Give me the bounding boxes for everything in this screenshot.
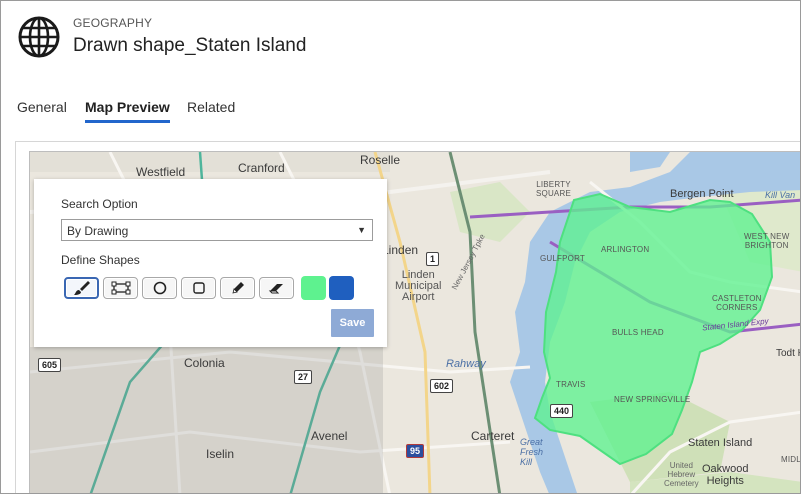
- tab-related-label: Related: [187, 99, 236, 115]
- rectangle-icon: [192, 282, 205, 294]
- circle-icon: [153, 281, 166, 295]
- tab-map-preview[interactable]: Map Preview: [85, 99, 170, 123]
- map-label-liberty-square: LIBERTY SQUARE: [536, 180, 571, 198]
- tab-general[interactable]: General: [17, 99, 67, 123]
- map-label-kill-van-kull: Kill Van: [765, 190, 796, 200]
- map-label-arlington: ARLINGTON: [601, 245, 650, 254]
- map-label-bergen-point: Bergen Point: [670, 188, 734, 200]
- map-label-fresh-kill: Great Fresh Kill: [520, 437, 544, 467]
- search-option-select[interactable]: By Drawing ▼: [61, 219, 373, 241]
- circle-tool-button[interactable]: [142, 277, 177, 299]
- eraser-icon: [268, 284, 283, 294]
- map-label-travis: TRAVIS: [556, 380, 586, 389]
- map-label-cranford: Cranford: [238, 161, 285, 175]
- map-label-iselin: Iselin: [206, 447, 235, 461]
- map-label-linden-airport: Linden Municipal Airport: [395, 269, 442, 303]
- search-option-label: Search Option: [61, 197, 138, 211]
- brush-tool-button[interactable]: [64, 277, 99, 299]
- record-title: Drawn shape_Staten Island: [73, 35, 307, 56]
- drawing-options-panel: Search Option By Drawing ▼ Define Shapes: [34, 179, 387, 347]
- transform-tool-button[interactable]: [103, 277, 138, 299]
- fill-color-swatch[interactable]: [301, 276, 326, 300]
- route-27-shield: 27: [294, 370, 313, 384]
- record-header: GEOGRAPHY Drawn shape_Staten Island: [1, 1, 800, 85]
- tab-bar: General Map Preview Related: [1, 99, 800, 125]
- map-label-rahway-river: Rahway: [446, 358, 486, 370]
- map-label-avenel: Avenel: [311, 429, 348, 443]
- map-label-new-springville: NEW SPRINGVILLE: [614, 395, 691, 404]
- save-button[interactable]: Save: [331, 309, 374, 337]
- tab-general-label: General: [17, 99, 67, 115]
- map-label-united-hebrew-cemetery: United Hebrew Cemetery: [664, 461, 699, 488]
- brush-icon: [73, 281, 90, 295]
- search-option-value: By Drawing: [67, 224, 129, 238]
- map-label-carteret: Carteret: [471, 429, 515, 443]
- route-602-shield: 602: [430, 379, 454, 393]
- tab-related[interactable]: Related: [187, 99, 235, 123]
- route-605-shield: 605: [38, 358, 62, 372]
- route-440-shield: 440: [550, 404, 574, 418]
- tab-map-preview-label: Map Preview: [85, 99, 170, 115]
- map-label-west-new-brighton: WEST NEW BRIGHTON: [744, 232, 790, 250]
- globe-icon: [18, 16, 60, 58]
- map-label-staten-island: Staten Island: [688, 437, 753, 449]
- transform-icon: [111, 281, 130, 295]
- entity-type-label: GEOGRAPHY: [73, 16, 153, 30]
- map-label-colonia: Colonia: [184, 356, 225, 370]
- us-1-shield: 1: [426, 252, 440, 266]
- map-label-roselle: Roselle: [360, 153, 401, 167]
- define-shapes-label: Define Shapes: [61, 253, 140, 267]
- pencil-tool-button[interactable]: [220, 277, 255, 299]
- rectangle-tool-button[interactable]: [181, 277, 216, 299]
- stroke-color-swatch[interactable]: [329, 276, 354, 300]
- dropdown-caret-icon: ▼: [357, 225, 366, 235]
- active-tab-indicator: [85, 120, 170, 123]
- map-label-bulls-head: BULLS HEAD: [612, 328, 664, 337]
- map-label-midland: MIDLA: [781, 455, 801, 464]
- pencil-icon: [231, 282, 244, 294]
- map-label-linden: Linden: [382, 243, 419, 257]
- interstate-95-shield: 95: [406, 444, 425, 458]
- map-label-gulfport: GULFPORT: [540, 254, 586, 263]
- form-window: GEOGRAPHY Drawn shape_Staten Island Gene…: [0, 0, 801, 494]
- map-label-castleton-corners: CASTLETON CORNERS: [712, 294, 762, 312]
- map-label-westfield: Westfield: [136, 165, 186, 179]
- map-label-todt-hill: Todt Hil: [776, 348, 800, 359]
- map-label-oakwood-heights: Oakwood Heights: [702, 463, 749, 487]
- eraser-tool-button[interactable]: [259, 277, 294, 299]
